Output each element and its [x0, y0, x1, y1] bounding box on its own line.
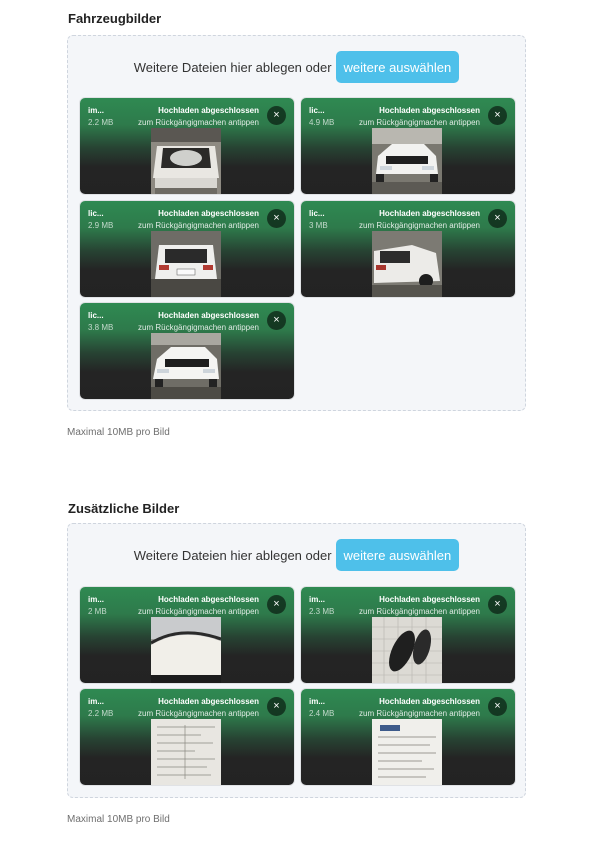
- file-size: 3 MB: [309, 221, 328, 230]
- size-limit-hint: Maximal 10MB pro Bild: [67, 427, 170, 438]
- file-tile: im... 2.4 MB Hochladen abgeschlossen zum…: [301, 689, 515, 785]
- upload-status: Hochladen abgeschlossen: [379, 209, 480, 218]
- file-size: 2.3 MB: [309, 607, 335, 616]
- browse-files-button[interactable]: weitere auswählen: [335, 539, 460, 571]
- image-thumbnail: [151, 333, 221, 399]
- file-tile: im... 2.3 MB Hochladen abgeschlossen zum…: [301, 587, 515, 683]
- undo-hint: zum Rückgängigmachen antippen: [359, 709, 480, 718]
- file-size: 2.9 MB: [88, 221, 114, 230]
- section-title-vehicle-images: Fahrzeugbilder: [68, 11, 162, 26]
- file-tile: lic... 3.8 MB Hochladen abgeschlossen zu…: [80, 303, 294, 399]
- undo-hint: zum Rückgängigmachen antippen: [138, 709, 259, 718]
- remove-file-button[interactable]: ×: [488, 106, 507, 125]
- upload-status: Hochladen abgeschlossen: [379, 595, 480, 604]
- image-thumbnail: [372, 617, 442, 683]
- remove-file-button[interactable]: ×: [267, 209, 286, 228]
- size-limit-hint: Maximal 10MB pro Bild: [67, 814, 170, 825]
- drop-prompt: Weitere Dateien hier ablegen oder weiter…: [68, 539, 525, 571]
- undo-hint: zum Rückgängigmachen antippen: [138, 607, 259, 616]
- upload-status: Hochladen abgeschlossen: [379, 697, 480, 706]
- file-tile: lic... 2.9 MB Hochladen abgeschlossen zu…: [80, 201, 294, 297]
- file-name: lic...: [309, 106, 325, 115]
- file-size: 2 MB: [88, 607, 107, 616]
- image-thumbnail: [372, 231, 442, 297]
- browse-files-button[interactable]: weitere auswählen: [335, 51, 460, 83]
- image-thumbnail: [151, 128, 221, 194]
- file-size: 3.8 MB: [88, 323, 114, 332]
- image-thumbnail: [372, 719, 442, 785]
- upload-status: Hochladen abgeschlossen: [158, 595, 259, 604]
- file-name: im...: [88, 595, 105, 604]
- undo-hint: zum Rückgängigmachen antippen: [359, 118, 480, 127]
- upload-status: Hochladen abgeschlossen: [158, 209, 259, 218]
- file-name: im...: [88, 697, 105, 706]
- remove-file-button[interactable]: ×: [267, 311, 286, 330]
- drop-prompt: Weitere Dateien hier ablegen oder weiter…: [68, 51, 525, 83]
- undo-hint: zum Rückgängigmachen antippen: [138, 221, 259, 230]
- file-name: lic...: [88, 209, 104, 218]
- undo-hint: zum Rückgängigmachen antippen: [359, 221, 480, 230]
- drop-text: Weitere Dateien hier ablegen oder: [133, 59, 332, 75]
- upload-status: Hochladen abgeschlossen: [158, 311, 259, 320]
- file-size: 2.2 MB: [88, 709, 114, 718]
- image-thumbnail: [372, 128, 442, 194]
- undo-hint: zum Rückgängigmachen antippen: [359, 607, 480, 616]
- upload-status: Hochladen abgeschlossen: [379, 106, 480, 115]
- section-title-additional-images: Zusätzliche Bilder: [68, 501, 180, 516]
- remove-file-button[interactable]: ×: [488, 697, 507, 716]
- undo-hint: zum Rückgängigmachen antippen: [138, 323, 259, 332]
- file-name: im...: [309, 697, 326, 706]
- file-tile: im... 2.2 MB Hochladen abgeschlossen zum…: [80, 689, 294, 785]
- drop-text: Weitere Dateien hier ablegen oder: [133, 547, 332, 563]
- undo-hint: zum Rückgängigmachen antippen: [138, 118, 259, 127]
- remove-file-button[interactable]: ×: [267, 595, 286, 614]
- upload-status: Hochladen abgeschlossen: [158, 106, 259, 115]
- file-tile: im... 2 MB Hochladen abgeschlossen zum R…: [80, 587, 294, 683]
- remove-file-button[interactable]: ×: [488, 209, 507, 228]
- file-size: 2.4 MB: [309, 709, 335, 718]
- remove-file-button[interactable]: ×: [267, 106, 286, 125]
- file-name: im...: [309, 595, 326, 604]
- file-size: 4.9 MB: [309, 118, 335, 127]
- image-thumbnail: [151, 231, 221, 297]
- image-thumbnail: [151, 719, 221, 785]
- file-tile: im... 2.2 MB Hochladen abgeschlossen zum…: [80, 98, 294, 194]
- file-name: lic...: [309, 209, 325, 218]
- remove-file-button[interactable]: ×: [267, 697, 286, 716]
- file-tile: lic... 3 MB Hochladen abgeschlossen zum …: [301, 201, 515, 297]
- image-thumbnail: [151, 617, 221, 683]
- file-size: 2.2 MB: [88, 118, 114, 127]
- file-name: im...: [88, 106, 105, 115]
- file-tile: lic... 4.9 MB Hochladen abgeschlossen zu…: [301, 98, 515, 194]
- file-name: lic...: [88, 311, 104, 320]
- upload-status: Hochladen abgeschlossen: [158, 697, 259, 706]
- remove-file-button[interactable]: ×: [488, 595, 507, 614]
